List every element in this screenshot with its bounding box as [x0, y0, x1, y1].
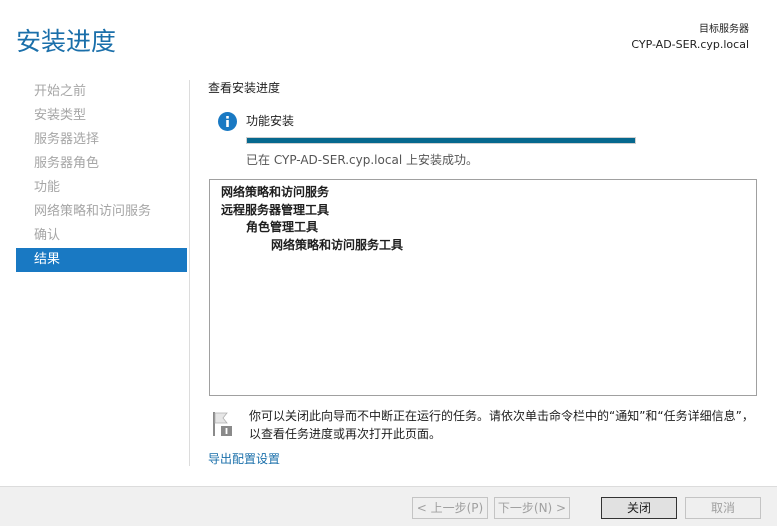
section-heading: 查看安装进度 — [208, 81, 281, 95]
nav-item-features[interactable]: 功能 — [16, 176, 187, 200]
close-button[interactable]: 关闭 — [601, 497, 677, 519]
nav-divider — [189, 80, 190, 466]
results-item: 远程服务器管理工具 — [221, 202, 330, 217]
install-progress-fill — [247, 138, 635, 143]
target-server-name: CYP-AD-SER.cyp.local — [631, 38, 749, 51]
nav-item-npas[interactable]: 网络策略和访问服务 — [16, 200, 187, 224]
hint-text: 你可以关闭此向导而不中断正在运行的任务。请依次单击命令栏中的“通知”和“任务详细… — [249, 409, 754, 441]
results-list[interactable]: 网络策略和访问服务 远程服务器管理工具 角色管理工具 网络策略和访问服务工具 — [209, 179, 757, 396]
previous-button[interactable]: < 上一步(P) — [412, 497, 488, 519]
install-status-text: 已在 CYP-AD-SER.cyp.local 上安装成功。 — [246, 153, 478, 167]
page-title: 安装进度 — [16, 27, 117, 56]
install-progress-bar — [246, 137, 636, 144]
results-item: 网络策略和访问服务工具 — [271, 237, 404, 252]
nav-item-installation-type[interactable]: 安装类型 — [16, 104, 187, 128]
cancel-button[interactable]: 取消 — [685, 497, 761, 519]
feature-install-label: 功能安装 — [246, 114, 295, 128]
nav-item-server-roles[interactable]: 服务器角色 — [16, 152, 187, 176]
results-item: 角色管理工具 — [246, 220, 319, 234]
flag-icon — [211, 410, 235, 438]
export-config-link[interactable]: 导出配置设置 — [208, 450, 280, 467]
target-server-label: 目标服务器 — [699, 24, 749, 35]
wizard-nav: 开始之前 安装类型 服务器选择 服务器角色 功能 网络策略和访问服务 确认 结果 — [16, 80, 187, 272]
nav-item-server-selection[interactable]: 服务器选择 — [16, 128, 187, 152]
nav-item-confirmation[interactable]: 确认 — [16, 224, 187, 248]
target-server-info: 目标服务器 CYP-AD-SER.cyp.local — [631, 23, 749, 53]
info-icon — [218, 112, 237, 131]
nav-item-results[interactable]: 结果 — [16, 248, 187, 272]
next-button[interactable]: 下一步(N) > — [494, 497, 570, 519]
nav-item-before-you-begin[interactable]: 开始之前 — [16, 80, 187, 104]
results-item: 网络策略和访问服务 — [221, 185, 330, 199]
